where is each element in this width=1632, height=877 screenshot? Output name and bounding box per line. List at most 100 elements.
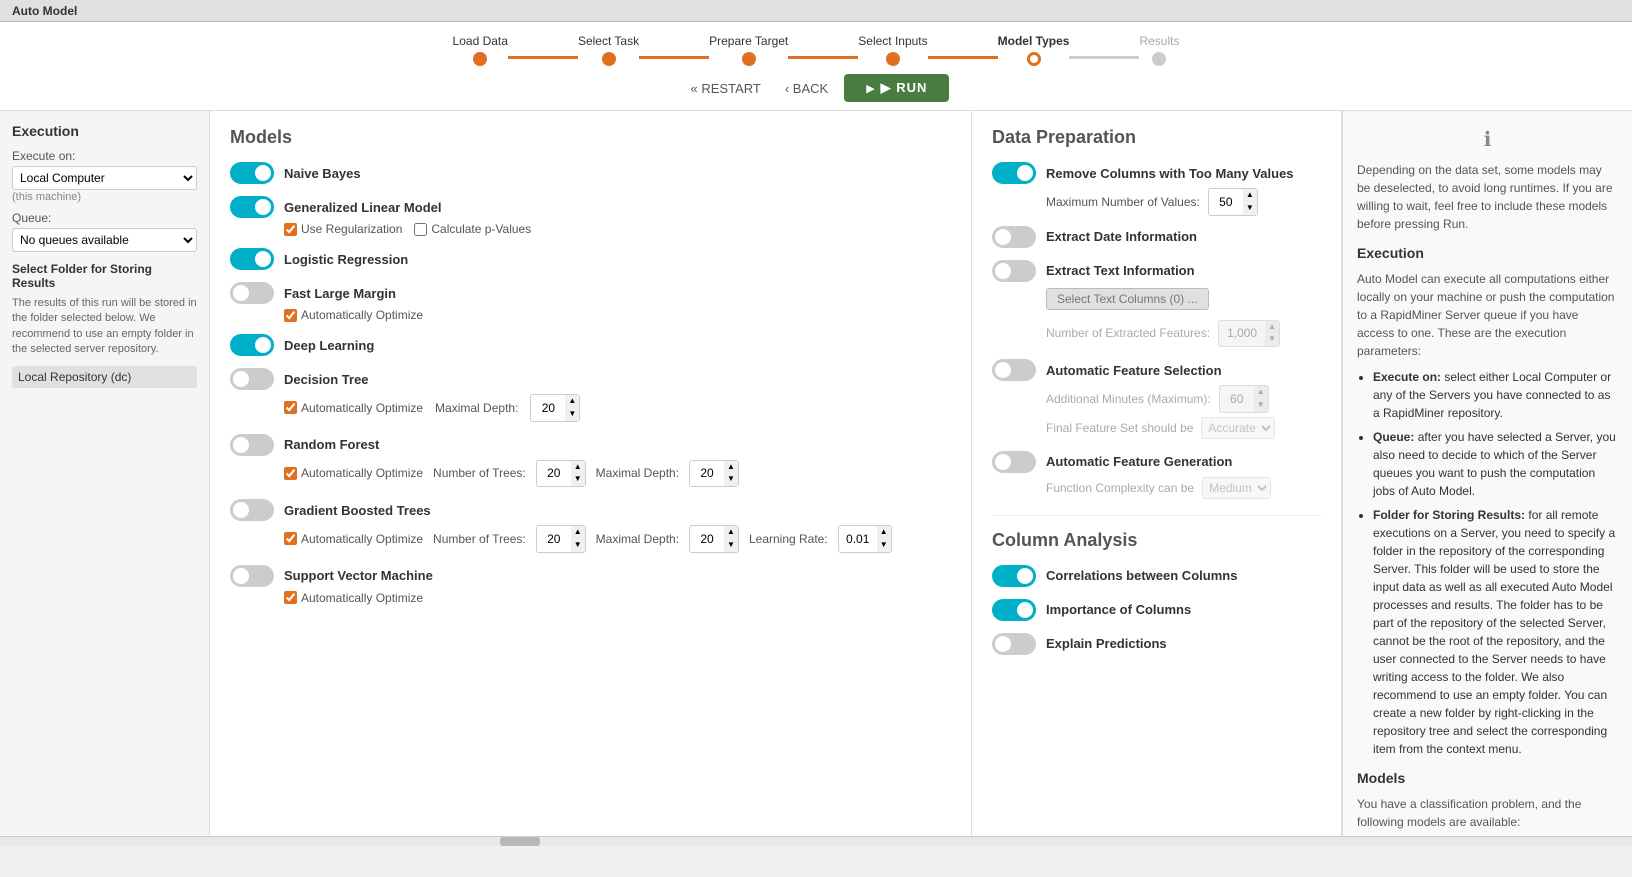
gbt-trees-up[interactable]: ▲ <box>571 526 585 539</box>
extract-text-label: Extract Text Information <box>1046 263 1195 278</box>
gbt-depth-label: Maximal Depth: <box>596 532 679 546</box>
deep-learning-toggle[interactable] <box>230 334 274 356</box>
random-forest-toggle[interactable] <box>230 434 274 456</box>
rf-depth-spinner[interactable]: ▲ ▼ <box>689 460 739 488</box>
calculate-pvalues-checkbox[interactable]: Calculate p-Values <box>414 222 531 236</box>
model-row-random-forest: Random Forest <box>230 434 951 456</box>
rf-trees-spinner[interactable]: ▲ ▼ <box>536 460 586 488</box>
auto-feature-gen-toggle[interactable] <box>992 451 1036 473</box>
folder-title: Select Folder for Storing Results <box>12 262 197 290</box>
step-select-inputs: Select Inputs <box>858 34 927 66</box>
explain-toggle[interactable] <box>992 633 1036 655</box>
model-row-naive-bayes: Naive Bayes <box>230 162 951 184</box>
rf-trees-input[interactable] <box>537 464 571 482</box>
max-values-up[interactable]: ▲ <box>1243 189 1257 202</box>
naive-bayes-toggle[interactable] <box>230 162 274 184</box>
gbt-toggle[interactable] <box>230 499 274 521</box>
queue-select[interactable]: No queues available <box>12 228 197 252</box>
correlations-label: Correlations between Columns <box>1046 568 1237 583</box>
num-extracted-spinner: ▲ ▼ <box>1218 320 1280 348</box>
wizard-bar: Load Data Select Task Prepare Target Sel… <box>0 22 1632 111</box>
model-row-deep-learning: Deep Learning <box>230 334 951 356</box>
auto-feature-sel-toggle[interactable] <box>992 359 1036 381</box>
rf-depth-up[interactable]: ▲ <box>724 461 738 474</box>
dt-depth-spinner[interactable]: ▲ ▼ <box>530 394 580 422</box>
feature-complexity-select: Medium <box>1202 477 1271 499</box>
models-title: Models <box>230 127 951 148</box>
help-panel: ℹ Depending on the data set, some models… <box>1342 111 1632 836</box>
help-info-icon: ℹ <box>1357 125 1618 155</box>
execute-on-label: Execute on: <box>12 149 197 163</box>
repo-item[interactable]: Local Repository (dc) <box>12 366 197 388</box>
max-values-down[interactable]: ▼ <box>1243 202 1257 215</box>
gbt-auto-opt-checkbox[interactable]: Automatically Optimize <box>284 532 423 546</box>
svm-toggle[interactable] <box>230 565 274 587</box>
svm-auto-opt-checkbox[interactable]: Automatically Optimize <box>284 591 423 605</box>
glm-label: Generalized Linear Model <box>284 200 442 215</box>
rf-trees-up[interactable]: ▲ <box>571 461 585 474</box>
decision-tree-label: Decision Tree <box>284 372 369 387</box>
extract-text-toggle[interactable] <box>992 260 1036 282</box>
gbt-depth-spinner[interactable]: ▲ ▼ <box>689 525 739 553</box>
step-prepare-target: Prepare Target <box>709 34 788 66</box>
gbt-lr-up[interactable]: ▲ <box>877 526 891 539</box>
data-prep-title: Data Preparation <box>992 127 1321 148</box>
rf-auto-opt-checkbox[interactable]: Automatically Optimize <box>284 466 423 480</box>
help-intro: Depending on the data set, some models m… <box>1357 161 1618 233</box>
dt-depth-down[interactable]: ▼ <box>565 408 579 421</box>
rf-trees-down[interactable]: ▼ <box>571 473 585 486</box>
decision-tree-toggle[interactable] <box>230 368 274 390</box>
gbt-lr-input[interactable] <box>839 530 877 548</box>
gbt-trees-input[interactable] <box>537 530 571 548</box>
step-results: Results <box>1139 34 1179 66</box>
dt-depth-input[interactable] <box>531 399 565 417</box>
max-values-spinner[interactable]: ▲ ▼ <box>1208 188 1258 216</box>
dt-auto-opt-checkbox[interactable]: Automatically Optimize <box>284 401 423 415</box>
flm-toggle[interactable] <box>230 282 274 304</box>
flm-auto-opt-checkbox[interactable]: Automatically Optimize <box>284 308 423 322</box>
gbt-depth-down[interactable]: ▼ <box>724 539 738 552</box>
help-models-title: Models <box>1357 768 1618 789</box>
gbt-lr-down[interactable]: ▼ <box>877 539 891 552</box>
rf-depth-input[interactable] <box>690 464 724 482</box>
select-text-cols-button[interactable]: Select Text Columns (0) ... <box>1046 288 1209 310</box>
gbt-label: Gradient Boosted Trees <box>284 503 431 518</box>
extract-date-toggle[interactable] <box>992 226 1036 248</box>
help-execution-bullets: Execute on: select either Local Computer… <box>1357 368 1618 758</box>
execute-on-select[interactable]: Local Computer <box>12 166 197 190</box>
restart-button[interactable]: « RESTART <box>683 77 769 100</box>
num-extracted-down: ▼ <box>1265 333 1279 346</box>
flm-label: Fast Large Margin <box>284 286 396 301</box>
max-values-input[interactable] <box>1209 193 1243 211</box>
dp-row-auto-feature-sel: Automatic Feature Selection <box>992 359 1321 381</box>
additional-minutes-down: ▼ <box>1254 399 1268 412</box>
dt-depth-up[interactable]: ▲ <box>565 395 579 408</box>
additional-minutes-up: ▲ <box>1254 386 1268 399</box>
horizontal-scrollbar-thumb[interactable] <box>500 837 540 846</box>
gbt-trees-spinner[interactable]: ▲ ▼ <box>536 525 586 553</box>
dp-row-extract-text: Extract Text Information <box>992 260 1321 282</box>
num-extracted-label: Number of Extracted Features: <box>1046 326 1210 340</box>
gbt-depth-input[interactable] <box>690 530 724 548</box>
num-extracted-up: ▲ <box>1265 321 1279 334</box>
execute-on-sub: (this machine) <box>12 191 197 203</box>
models-panel: Models Naive Bayes Generalized Linear Mo… <box>210 111 972 836</box>
run-button[interactable]: ▶ ▶ RUN <box>844 74 949 102</box>
correlations-toggle[interactable] <box>992 565 1036 587</box>
extract-date-label: Extract Date Information <box>1046 229 1197 244</box>
gbt-lr-spinner[interactable]: ▲ ▼ <box>838 525 892 553</box>
use-regularization-checkbox[interactable]: Use Regularization <box>284 222 402 236</box>
gbt-trees-down[interactable]: ▼ <box>571 539 585 552</box>
gbt-depth-up[interactable]: ▲ <box>724 526 738 539</box>
rf-depth-down[interactable]: ▼ <box>724 473 738 486</box>
run-icon: ▶ <box>866 82 874 95</box>
top-tab: Auto Model <box>12 4 77 18</box>
logistic-toggle[interactable] <box>230 248 274 270</box>
glm-toggle[interactable] <box>230 196 274 218</box>
back-button[interactable]: ‹ BACK <box>777 77 836 100</box>
remove-cols-toggle[interactable] <box>992 162 1036 184</box>
queue-label: Queue: <box>12 211 197 225</box>
importance-toggle[interactable] <box>992 599 1036 621</box>
gbt-lr-label: Learning Rate: <box>749 532 828 546</box>
model-row-decision-tree: Decision Tree <box>230 368 951 390</box>
